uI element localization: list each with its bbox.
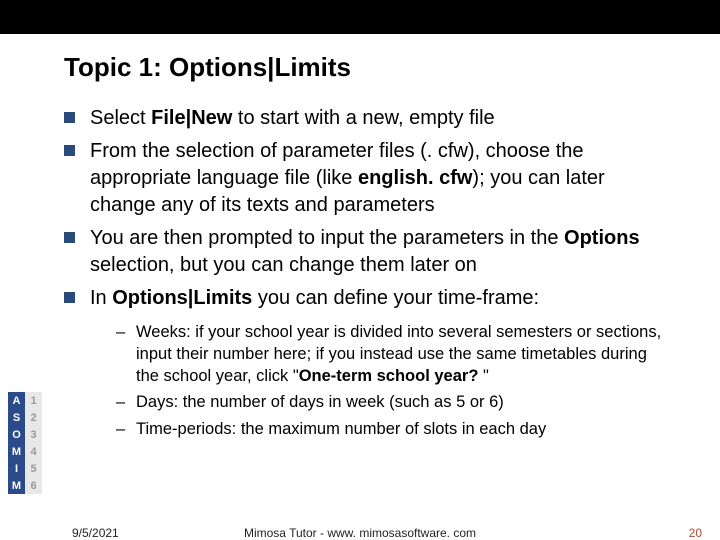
top-black-bar bbox=[0, 0, 720, 34]
bullet-text: to start with a new, empty file bbox=[232, 107, 494, 129]
logo-num: 1 bbox=[25, 392, 42, 409]
sub-bullet-text: " bbox=[483, 367, 489, 385]
bullet-text: You are then prompted to input the param… bbox=[90, 227, 564, 249]
mimosa-logo: A1 S2 O3 M4 I5 M6 bbox=[8, 392, 42, 494]
bullet-text-bold: File|New bbox=[151, 107, 232, 129]
bullet-item: Select File|New to start with a new, emp… bbox=[64, 105, 664, 132]
sub-bullet-item: Time-periods: the maximum number of slot… bbox=[116, 419, 664, 441]
logo-letter: M bbox=[8, 477, 25, 494]
logo-num: 4 bbox=[25, 443, 42, 460]
sub-bullet-item: Days: the number of days in week (such a… bbox=[116, 392, 664, 414]
content-area: Topic 1: Options|Limits Select File|New … bbox=[64, 52, 664, 447]
logo-num: 6 bbox=[25, 477, 42, 494]
logo-letter: A bbox=[8, 392, 25, 409]
logo-letter: M bbox=[8, 443, 25, 460]
sub-bullet-item: Weeks: if your school year is divided in… bbox=[116, 322, 664, 387]
logo-letter: O bbox=[8, 426, 25, 443]
bullet-text-bold: english. cfw bbox=[358, 167, 472, 189]
bullet-text: In bbox=[90, 287, 112, 309]
bullet-text: selection, but you can change them later… bbox=[90, 254, 477, 276]
page-number: 20 bbox=[689, 526, 702, 540]
logo-letter: I bbox=[8, 460, 25, 477]
bullet-item: From the selection of parameter files (.… bbox=[64, 138, 664, 219]
slide-title: Topic 1: Options|Limits bbox=[64, 52, 664, 83]
logo-num: 3 bbox=[25, 426, 42, 443]
bullet-text: Select bbox=[90, 107, 151, 129]
sub-bullet-text: Days: the number of days in week (such a… bbox=[136, 393, 504, 411]
sub-bullet-text-bold: One-term school year? bbox=[299, 367, 483, 385]
logo-letter: S bbox=[8, 409, 25, 426]
main-bullet-list: Select File|New to start with a new, emp… bbox=[64, 105, 664, 441]
bullet-text-bold: Options|Limits bbox=[112, 287, 252, 309]
sub-bullet-text: Time-periods: the maximum number of slot… bbox=[136, 420, 546, 438]
bullet-item: You are then prompted to input the param… bbox=[64, 225, 664, 279]
bullet-item: In Options|Limits you can define your ti… bbox=[64, 285, 664, 441]
logo-num: 5 bbox=[25, 460, 42, 477]
bullet-text-bold: Options bbox=[564, 227, 640, 249]
bullet-text: you can define your time-frame: bbox=[252, 287, 539, 309]
logo-num: 2 bbox=[25, 409, 42, 426]
footer-center: Mimosa Tutor - www. mimosasoftware. com bbox=[0, 526, 720, 540]
sub-bullet-list: Weeks: if your school year is divided in… bbox=[116, 322, 664, 441]
slide: Topic 1: Options|Limits Select File|New … bbox=[0, 0, 720, 540]
